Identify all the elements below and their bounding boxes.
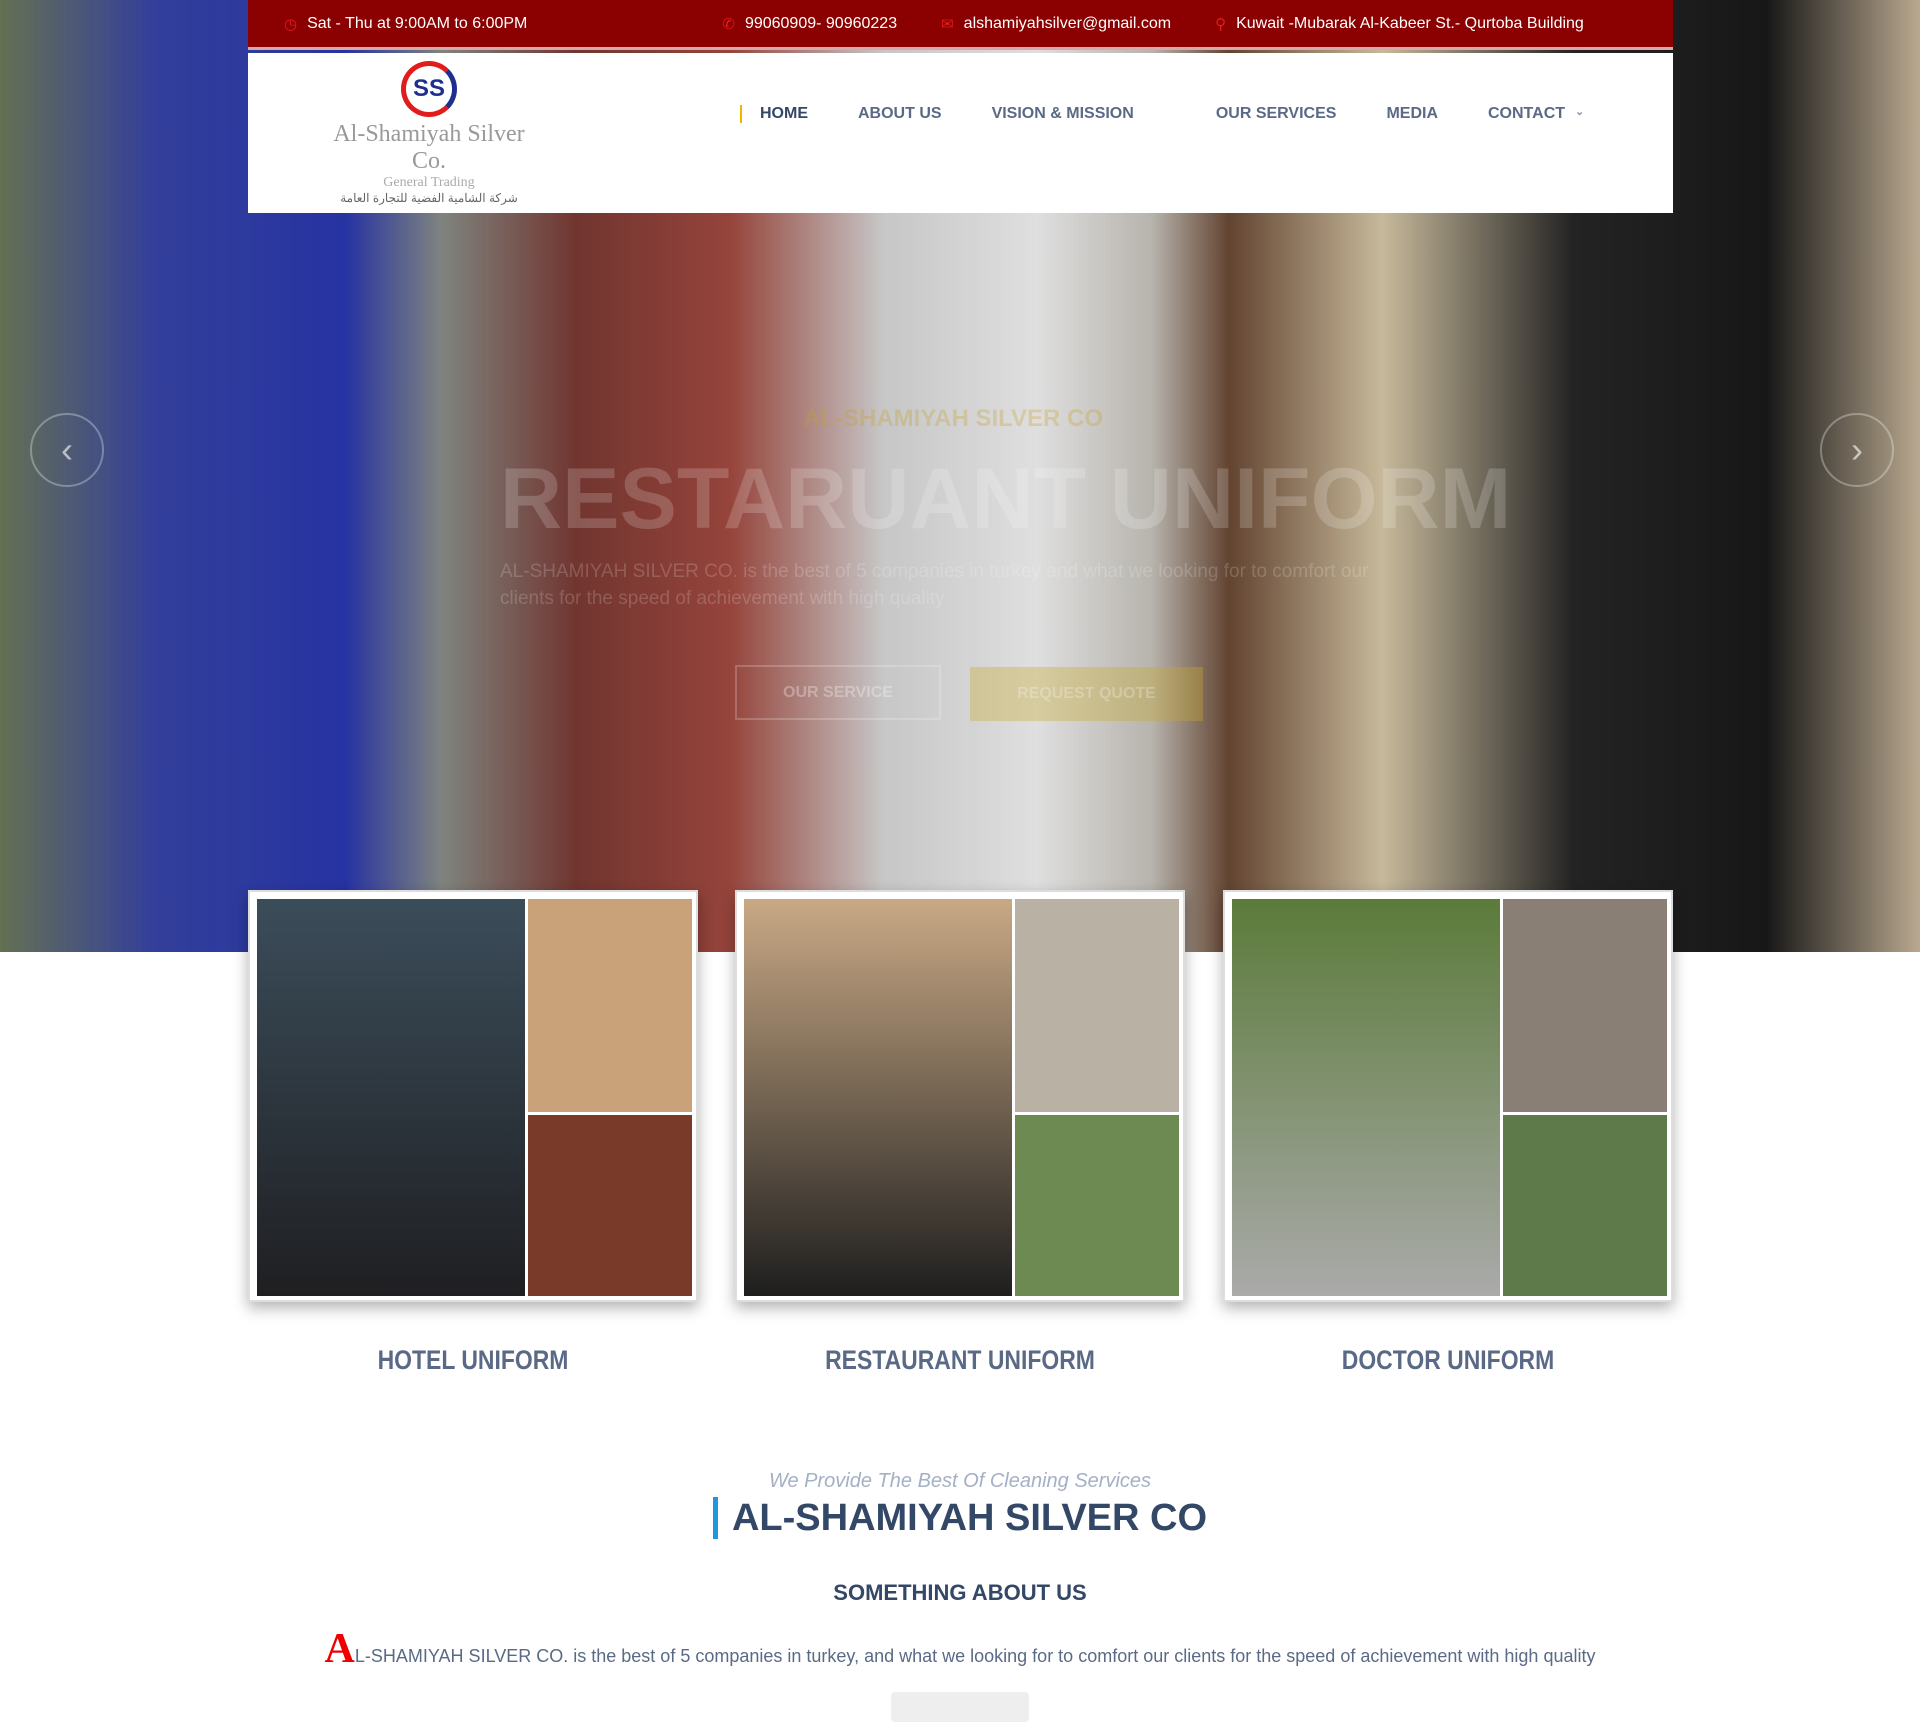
doctor-uniform-title[interactable]: DOCTOR UNIFORM: [1257, 1345, 1640, 1376]
nav-contact[interactable]: CONTACT: [1488, 105, 1565, 123]
restaurant-uniform-title[interactable]: RESTAURANT UNIFORM: [769, 1345, 1152, 1376]
email-text[interactable]: alshamiyahsilver@gmail.com: [964, 15, 1171, 33]
top-info-bar: ◷ Sat - Thu at 9:00AM to 6:00PM ✆ 99060909…: [248, 0, 1673, 50]
our-service-button[interactable]: OUR SERVICE: [735, 665, 941, 720]
nav-vision-mission[interactable]: VISION & MISSION: [992, 105, 1134, 123]
hours: ◷ Sat - Thu at 9:00AM to 6:00PM: [284, 15, 527, 33]
clock-icon: ◷: [284, 15, 298, 33]
email[interactable]: ✉ alshamiyahsilver@gmail.com: [941, 15, 1171, 33]
logo-arabic: شركة الشامية الفضية للتجارة العامة: [340, 191, 518, 205]
header: SS Al-Shamiyah Silver Co. General Tradin…: [248, 53, 1673, 213]
nav-about-us[interactable]: ABOUT US: [858, 105, 942, 123]
nav-home[interactable]: HOME: [740, 105, 808, 123]
request-quote-button[interactable]: REQUEST QUOTE: [970, 667, 1203, 721]
hotel-uniform-title[interactable]: HOTEL UNIFORM: [282, 1345, 665, 1376]
phone-text: 99060909- 90960223: [744, 14, 898, 32]
nav-media[interactable]: MEDIA: [1386, 105, 1438, 123]
section-heading-text: AL-SHAMIYAH SILVER CO: [712, 1497, 1208, 1539]
logo-sub: General Trading: [383, 175, 475, 190]
hero-title: RESTARUANT UNIFORM: [500, 451, 1512, 547]
chevron-down-icon[interactable]: ⌄: [1575, 105, 1584, 123]
logo-mark: SS: [401, 61, 457, 117]
envelope-icon: ✉: [941, 15, 954, 33]
logo-name: Al-Shamiyah Silver Co.: [333, 121, 525, 174]
logo[interactable]: SS Al-Shamiyah Silver Co. General Tradin…: [314, 61, 544, 205]
nav-our-services[interactable]: OUR SERVICES: [1216, 105, 1337, 123]
phone: ✆ 99060909- 90960223: [722, 15, 897, 33]
hotel-uniform-card[interactable]: [248, 890, 698, 1302]
phone-icon: ✆: [722, 15, 735, 33]
address: ⚲ Kuwait -Mubarak Al-Kabeer St.- Qurtoba …: [1215, 15, 1584, 33]
main-nav: HOME ABOUT US VISION & MISSION OUR SERVI…: [740, 105, 1634, 123]
about-subheading: SOMETHING ABOUT US: [833, 1580, 1087, 1605]
hero-kicker: AL-SHAMIYAH SILVER CO: [803, 405, 1104, 432]
doctor-uniform-card[interactable]: [1223, 890, 1673, 1302]
next-slide-icon[interactable]: ›: [1820, 413, 1894, 487]
drop-cap: A: [324, 1626, 355, 1672]
address-text: Kuwait -Mubarak Al-Kabeer St.- Qurtoba B…: [1236, 14, 1584, 32]
hours-text: Sat - Thu at 9:00AM to 6:00PM: [307, 14, 528, 32]
section-heading: AL-SHAMIYAH SILVER CO: [0, 1497, 1920, 1540]
map-pin-icon: ⚲: [1215, 15, 1227, 33]
hero-text: AL-SHAMIYAH SILVER CO. is the best of 5 …: [500, 561, 1369, 609]
prev-slide-icon[interactable]: ‹: [30, 413, 104, 487]
restaurant-uniform-card[interactable]: [735, 890, 1185, 1302]
about-paragraph: AL-SHAMIYAH SILVER CO. is the best of 5 …: [0, 1625, 1920, 1673]
tagline: We Provide The Best Of Cleaning Services: [768, 1470, 1152, 1492]
about-text: L-SHAMIYAH SILVER CO. is the best of 5 c…: [354, 1646, 1596, 1666]
read-more-button[interactable]: [891, 1692, 1029, 1722]
